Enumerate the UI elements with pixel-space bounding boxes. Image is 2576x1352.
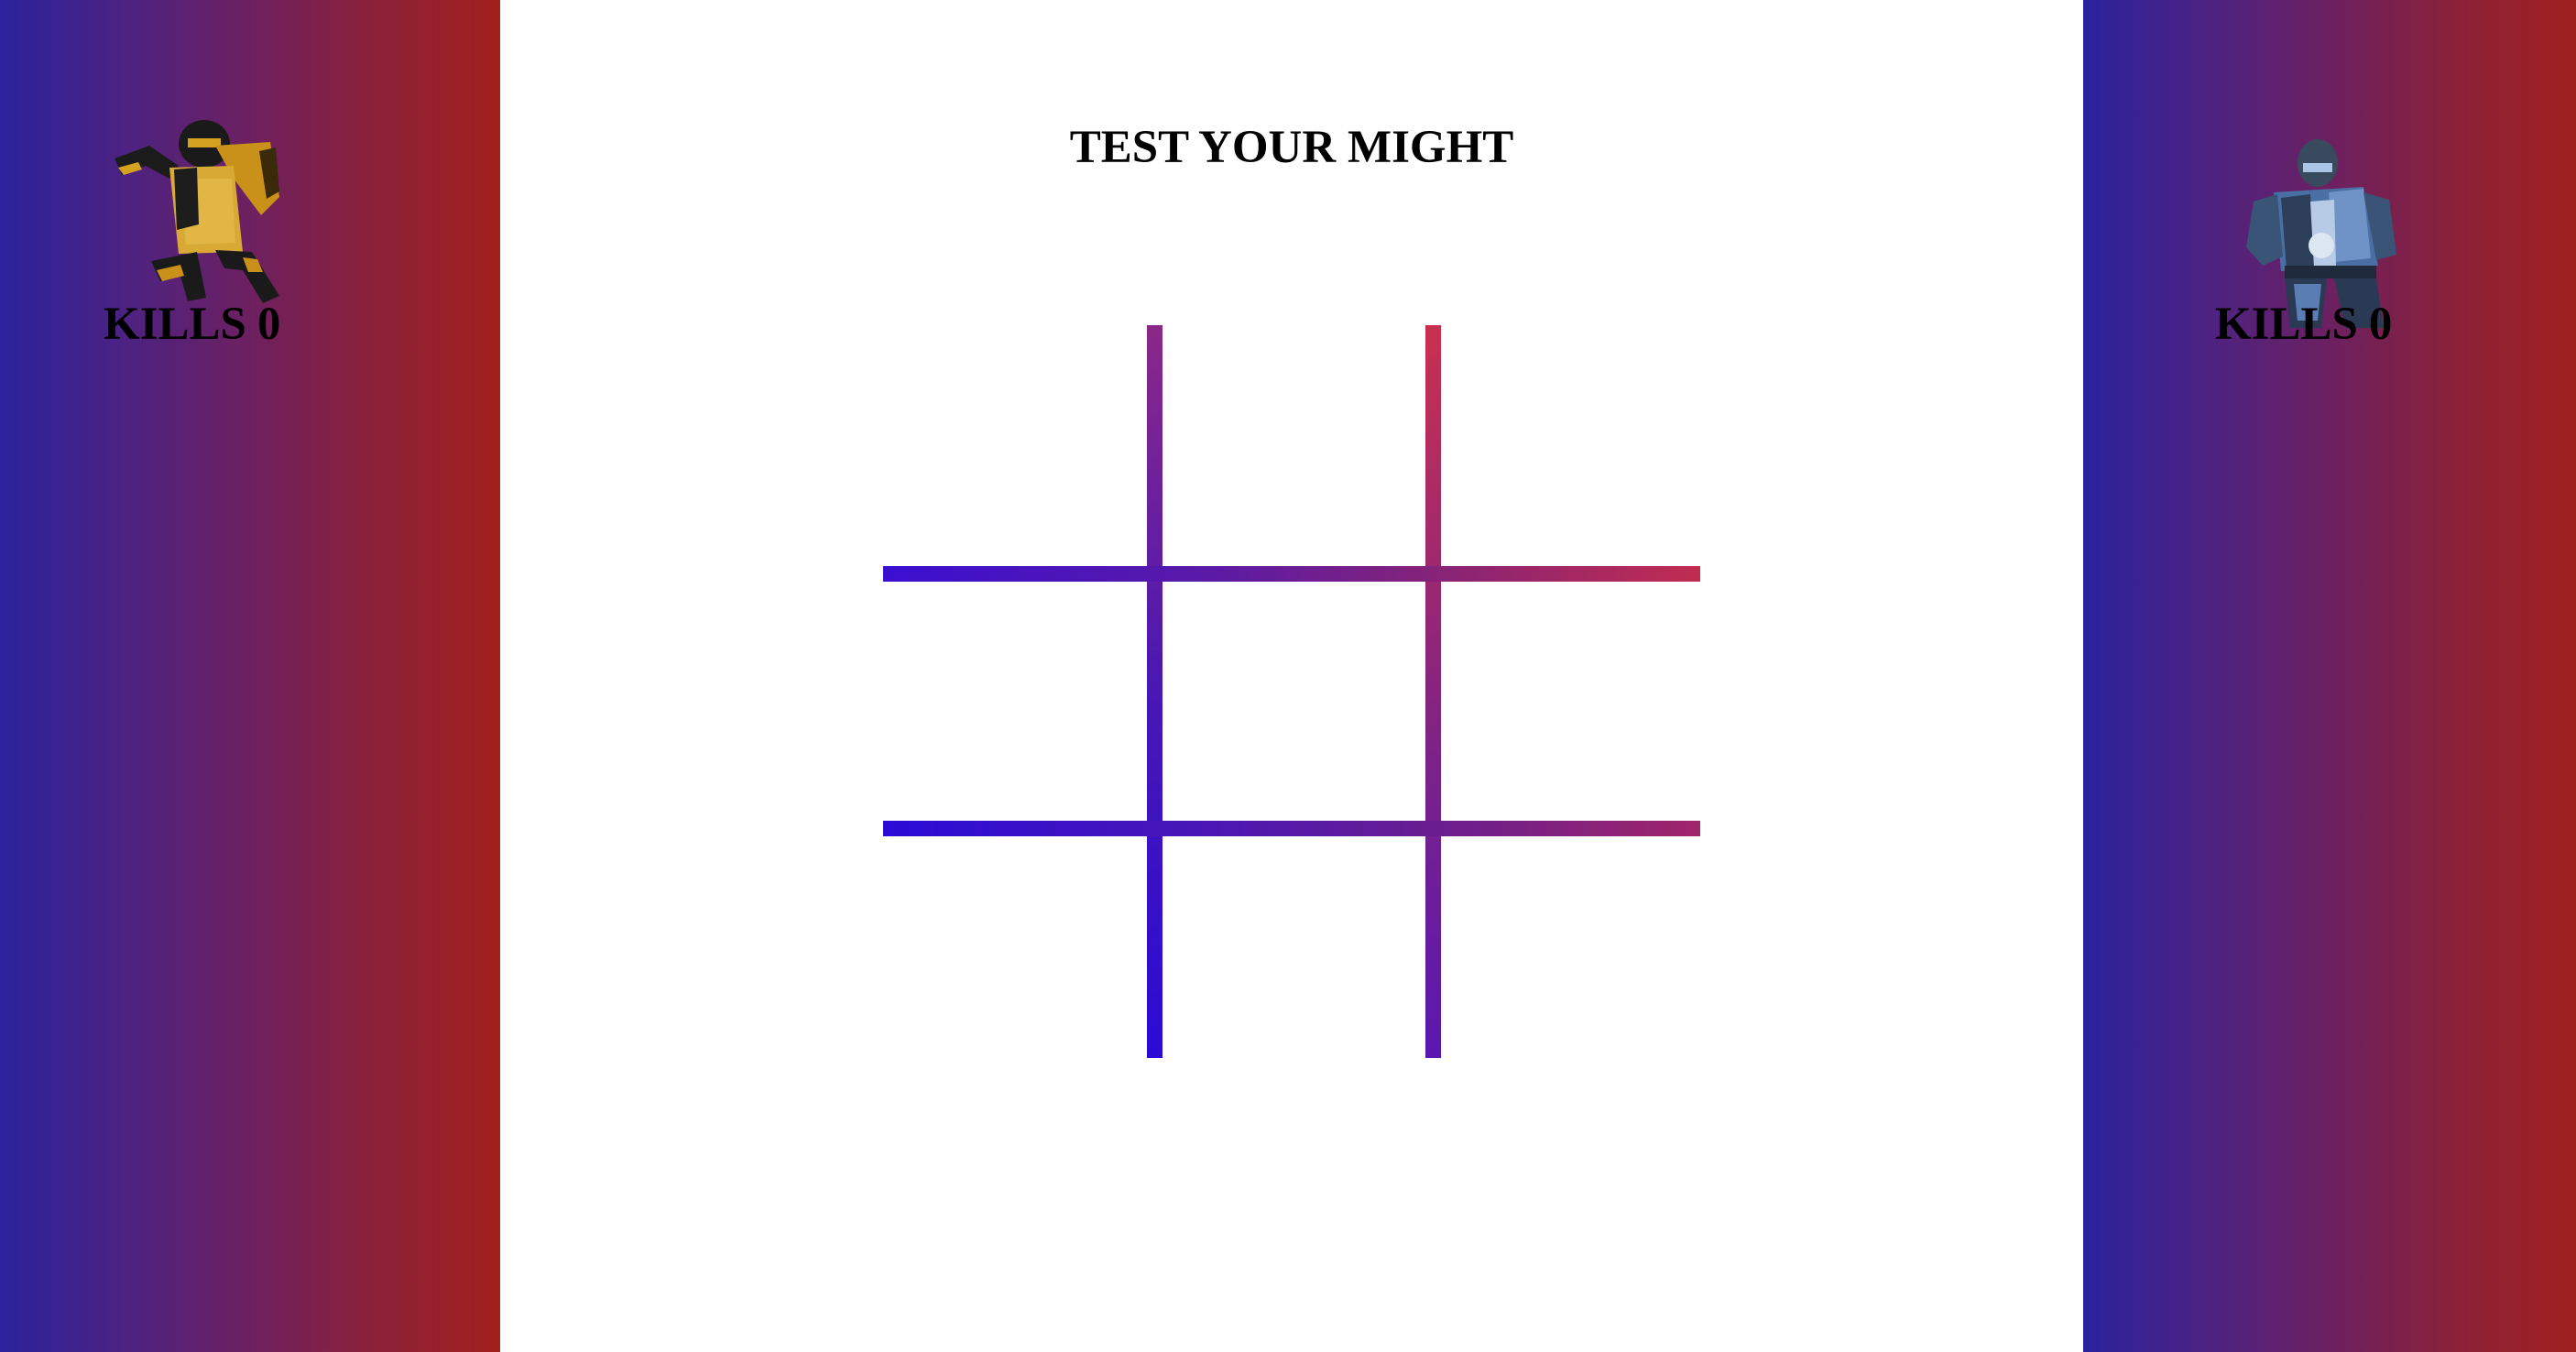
player-one-kills-label: KILLS — [104, 299, 246, 350]
board-cell-1[interactable] — [1162, 325, 1425, 566]
board-cell-7[interactable] — [1162, 836, 1425, 1058]
grid-vertical-line-1 — [1147, 325, 1162, 1058]
player-one-kills-count: 0 — [257, 299, 281, 350]
board-cell-0[interactable] — [883, 325, 1147, 566]
board-cell-8[interactable] — [1441, 836, 1700, 1058]
game-title: TEST YOUR MIGHT — [1069, 122, 1514, 173]
board-cell-5[interactable] — [1441, 582, 1700, 821]
player-two-kills-count: 0 — [2368, 299, 2393, 350]
grid-vertical-line-2 — [1425, 325, 1441, 1058]
board-cell-3[interactable] — [883, 582, 1147, 821]
player-one-kills: KILLS 0 — [104, 298, 280, 351]
scorpion-fighter-icon — [96, 114, 307, 307]
board-cell-6[interactable] — [883, 836, 1147, 1058]
player-two-kills-label: KILLS — [2215, 299, 2358, 350]
board-cell-4[interactable] — [1162, 582, 1425, 821]
board-cell-2[interactable] — [1441, 325, 1700, 566]
grid-horizontal-line-1 — [883, 566, 1700, 582]
tic-tac-toe-board — [883, 325, 1700, 1058]
game-page: KILLS 0 KILLS 0 TEST YOUR MIGHT — [0, 0, 2576, 1352]
player-two-kills: KILLS 0 — [2215, 298, 2392, 351]
grid-horizontal-line-2 — [883, 821, 1700, 836]
